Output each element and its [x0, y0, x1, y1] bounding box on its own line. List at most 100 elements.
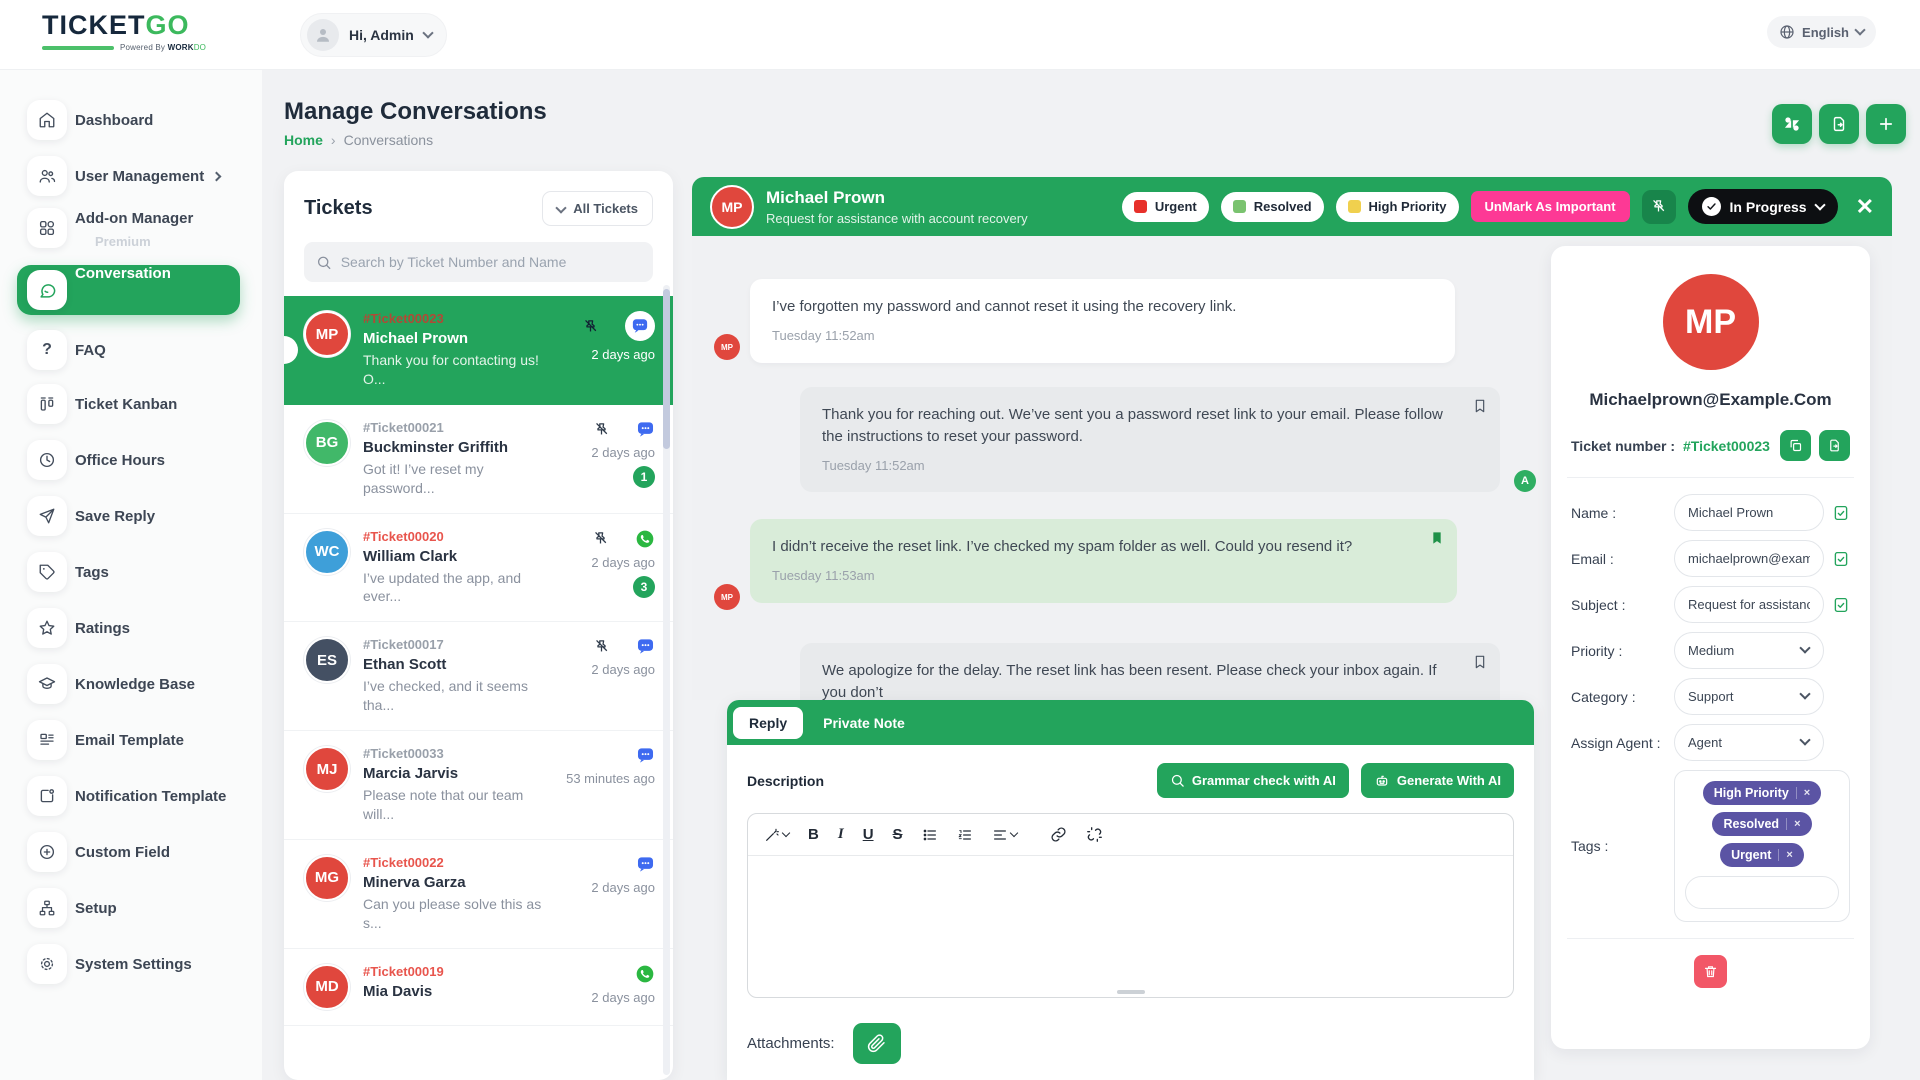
sidebar-item-addon-manager[interactable]: Add-on Manager Premium: [0, 204, 262, 252]
remove-tag-button[interactable]: ×: [1786, 818, 1801, 830]
save-field-button[interactable]: [1824, 550, 1850, 568]
bookmark-icon[interactable]: [1472, 397, 1488, 415]
tag-icon: [27, 552, 67, 592]
sidebar-item-ratings[interactable]: Ratings: [0, 604, 262, 652]
sidebar-item-knowledge-base[interactable]: Knowledge Base: [0, 660, 262, 708]
check-circle-icon: [1701, 197, 1721, 216]
unmark-important-button[interactable]: UnMark As Important: [1470, 191, 1630, 222]
tag-input[interactable]: [1685, 876, 1839, 909]
assign-agent-select[interactable]: Agent: [1674, 724, 1824, 761]
pin-off-icon[interactable]: [592, 530, 609, 547]
avatar: MP: [710, 184, 754, 229]
sidebar-item-ticket-kanban[interactable]: Ticket Kanban: [0, 380, 262, 428]
name-field[interactable]: Michael Prown: [1674, 494, 1824, 531]
category-select[interactable]: Support: [1674, 678, 1824, 715]
close-conversation-button[interactable]: ✕: [1856, 195, 1874, 218]
ticket-time: 2 days ago: [591, 989, 655, 1005]
pin-off-icon[interactable]: [582, 318, 599, 335]
tags-editor[interactable]: High Priority × Resolved × Urgent ×: [1674, 770, 1850, 922]
magic-wand-button[interactable]: [764, 827, 791, 843]
sidebar-item-custom-field[interactable]: Custom Field: [0, 828, 262, 876]
ticket-filter-dropdown[interactable]: All Tickets: [542, 191, 653, 226]
numbered-list-button[interactable]: [957, 827, 973, 843]
save-field-button[interactable]: [1824, 504, 1850, 522]
ticket-preview: I’ve checked, and it seems tha...: [363, 678, 528, 714]
priority-select[interactable]: Medium: [1674, 632, 1824, 669]
sidebar-item-tags[interactable]: Tags: [0, 548, 262, 596]
ticket-row[interactable]: BG #Ticket00021 Buckminster Griffith Got…: [284, 404, 673, 514]
language-selector[interactable]: English: [1767, 16, 1876, 48]
bookmark-icon[interactable]: [1472, 653, 1488, 671]
messenger-icon: [637, 422, 654, 437]
resolved-color-square: [1232, 200, 1246, 213]
account-menu[interactable]: Hi, Admin: [300, 13, 447, 57]
remove-tag-button[interactable]: ×: [1795, 787, 1810, 799]
tab-private-note[interactable]: Private Note: [807, 707, 921, 739]
paperclip-icon: [867, 1034, 885, 1053]
ticket-time: 2 days ago: [591, 444, 655, 460]
message-bubble: Thank you for reaching out. We’ve sent y…: [800, 387, 1500, 493]
pin-off-icon[interactable]: [593, 421, 610, 438]
ticket-number: #Ticket00021: [363, 419, 444, 435]
copy-ticket-button[interactable]: [1780, 430, 1811, 461]
italic-button[interactable]: I: [838, 826, 844, 843]
export-ticket-button[interactable]: [1819, 430, 1850, 461]
zendesk-button[interactable]: [1772, 104, 1812, 144]
save-field-button[interactable]: [1824, 596, 1850, 614]
sidebar-item-user-management[interactable]: User Management: [0, 152, 262, 200]
bookmark-filled-icon[interactable]: [1429, 529, 1445, 547]
export-button[interactable]: [1819, 104, 1859, 144]
sidebar-item-dashboard[interactable]: Dashboard: [0, 96, 262, 144]
sidebar-item-save-reply[interactable]: Save Reply: [0, 492, 262, 540]
sidebar-item-setup[interactable]: Setup: [0, 884, 262, 932]
sidebar-item-office-hours[interactable]: Office Hours: [0, 436, 262, 484]
ticket-preview: Can you please solve this as s...: [363, 895, 542, 931]
template-icon: [27, 720, 67, 760]
ticket-row[interactable]: MJ #Ticket00033 Marcia Jarvis Please not…: [284, 731, 673, 840]
pin-off-icon[interactable]: [593, 638, 610, 655]
align-button[interactable]: [992, 827, 1018, 843]
editor-content[interactable]: [748, 856, 1513, 976]
ticket-row[interactable]: WC #Ticket00020 William Clark I’ve updat…: [284, 513, 673, 623]
sidebar-item-faq[interactable]: ? FAQ: [0, 326, 262, 374]
message-time: Tuesday 11:52am: [822, 457, 925, 473]
ticket-row[interactable]: MG #Ticket00022 Minerva Garza Can you pl…: [284, 839, 673, 949]
attach-file-button[interactable]: [852, 1023, 901, 1064]
underline-button[interactable]: U: [863, 826, 874, 843]
tab-reply[interactable]: Reply: [733, 706, 804, 739]
grammar-check-button[interactable]: Grammar check with AI: [1156, 763, 1349, 798]
sidebar-item-conversation[interactable]: Conversation: [0, 265, 262, 315]
ticket-row[interactable]: MP #Ticket00023 Michael Prown Thank you …: [284, 296, 673, 405]
search-input[interactable]: [340, 254, 641, 270]
subject-field[interactable]: Request for assistance with account reco…: [1674, 586, 1824, 623]
ticket-row[interactable]: ES #Ticket00017 Ethan Scott I’ve checked…: [284, 622, 673, 732]
resize-handle[interactable]: [1116, 990, 1145, 994]
ticket-row[interactable]: MD #Ticket00019 Mia Davis 2 days ago: [284, 948, 673, 1026]
ticket-customer-name: Minerva Garza: [363, 873, 466, 891]
delete-ticket-button[interactable]: [1694, 955, 1727, 988]
generate-ai-button[interactable]: Generate With AI: [1360, 763, 1514, 798]
rich-text-editor[interactable]: B I U S: [747, 813, 1514, 998]
pin-conversation-button[interactable]: [1641, 189, 1676, 224]
unlink-button[interactable]: [1086, 826, 1103, 843]
home-icon: [27, 100, 67, 140]
bold-button[interactable]: B: [808, 826, 819, 843]
app-logo[interactable]: TICKETGO Powered By WORKDO: [42, 10, 212, 52]
sidebar-item-system-settings[interactable]: System Settings: [0, 940, 262, 988]
add-button[interactable]: [1866, 104, 1906, 144]
link-button[interactable]: [1050, 826, 1067, 843]
question-icon: ?: [27, 330, 67, 370]
ticket-search[interactable]: [304, 242, 653, 282]
message-time: Tuesday 11:53am: [772, 567, 875, 583]
scrollbar-thumb[interactable]: [663, 289, 670, 449]
status-dropdown[interactable]: In Progress: [1687, 189, 1838, 224]
bullet-list-button[interactable]: [922, 827, 938, 843]
email-field[interactable]: michaelprown@example.com: [1674, 540, 1824, 577]
sidebar-item-email-template[interactable]: Email Template: [0, 716, 262, 764]
remove-tag-button[interactable]: ×: [1778, 849, 1793, 861]
pin-off-icon: [1653, 200, 1665, 212]
breadcrumb-home-link[interactable]: Home: [284, 132, 323, 148]
chevron-down-icon: [1813, 198, 1826, 211]
sidebar-item-notification-template[interactable]: Notification Template: [0, 772, 262, 820]
strikethrough-button[interactable]: S: [893, 826, 903, 843]
